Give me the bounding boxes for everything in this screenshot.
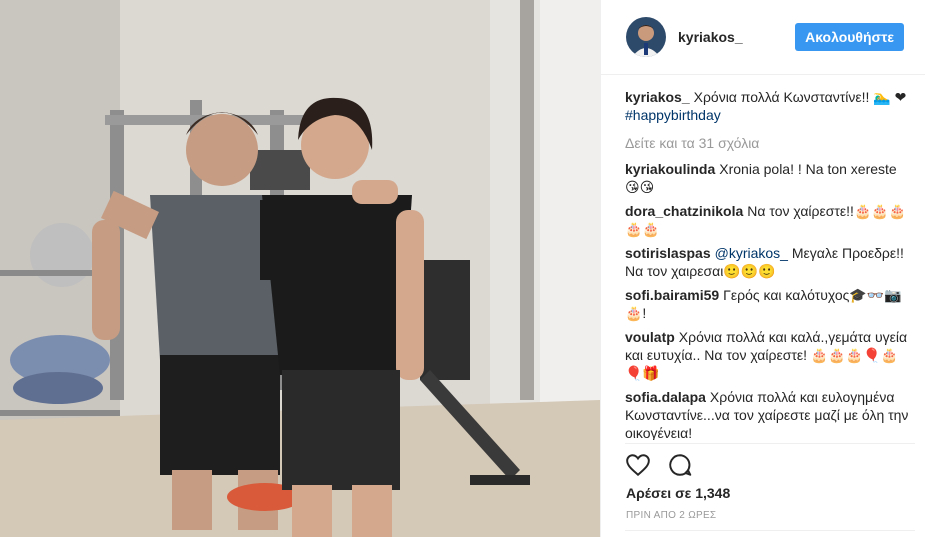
comment-item: sotirislaspas @kyriakos_ Μεγαλε Προεδρε!!… <box>625 244 915 280</box>
post-header: kyriakos_ Ακολουθήστε <box>601 0 925 75</box>
header-username[interactable]: kyriakos_ <box>678 29 795 45</box>
avatar-image <box>626 17 666 57</box>
heart-icon[interactable] <box>625 452 651 478</box>
divider <box>625 443 915 444</box>
view-all-comments-link[interactable]: Δείτε και τα 31 σχόλια <box>625 134 915 152</box>
post-timestamp: ΠΡΙΝ ΑΠΟ 2 ΩΡΕΣ <box>626 510 717 521</box>
gym-photo-illustration <box>0 0 600 537</box>
comment-username[interactable]: sofia.dalapa <box>625 389 706 405</box>
comment-item: kyriakoulinda Xronia pola! ! Na ton xeres… <box>625 160 915 196</box>
instagram-post: kyriakos_ Ακολουθήστε kyriakos_ Χρόνια πο… <box>0 0 933 537</box>
comment-username[interactable]: dora_chatzinikola <box>625 203 743 219</box>
comment-item: voulatp Χρόνια πολλά και καλά.,γεμάτα υγε… <box>625 328 915 382</box>
caption-hashtag[interactable]: #happybirthday <box>625 107 721 123</box>
caption-text: Χρόνια πολλά Κωνσταντίνε!! 🏊‍♂️ ❤ <box>693 89 907 105</box>
comment-username[interactable]: sotirislaspas <box>625 245 711 261</box>
comments-list: kyriakos_ Χρόνια πολλά Κωνσταντίνε!! 🏊‍♂️… <box>625 88 915 440</box>
follow-button[interactable]: Ακολουθήστε <box>795 23 904 51</box>
post-photo[interactable] <box>0 0 600 537</box>
divider <box>625 530 915 531</box>
comment-mention[interactable]: @kyriakos_ <box>715 245 788 261</box>
likes-count[interactable]: Αρέσει σε 1,348 <box>626 485 730 501</box>
caption-username[interactable]: kyriakos_ <box>625 89 690 105</box>
post-actions <box>625 452 693 478</box>
caption: kyriakos_ Χρόνια πολλά Κωνσταντίνε!! 🏊‍♂️… <box>625 88 915 124</box>
comment-username[interactable]: voulatp <box>625 329 675 345</box>
avatar[interactable] <box>626 17 666 57</box>
comment-item: sofi.bairami59 Γερός και καλότυχος🎓👓📷🎂! <box>625 286 915 322</box>
comment-icon[interactable] <box>667 452 693 478</box>
comment-item: sofia.dalapa Χρόνια πολλά και ευλογημένα … <box>625 388 915 440</box>
comment-username[interactable]: kyriakoulinda <box>625 161 715 177</box>
comment-username[interactable]: sofi.bairami59 <box>625 287 719 303</box>
post-side-panel: kyriakos_ Ακολουθήστε kyriakos_ Χρόνια πο… <box>600 0 933 537</box>
comment-item: dora_chatzinikola Να τον χαίρεστε!!🎂🎂🎂🎂🎂 <box>625 202 915 238</box>
